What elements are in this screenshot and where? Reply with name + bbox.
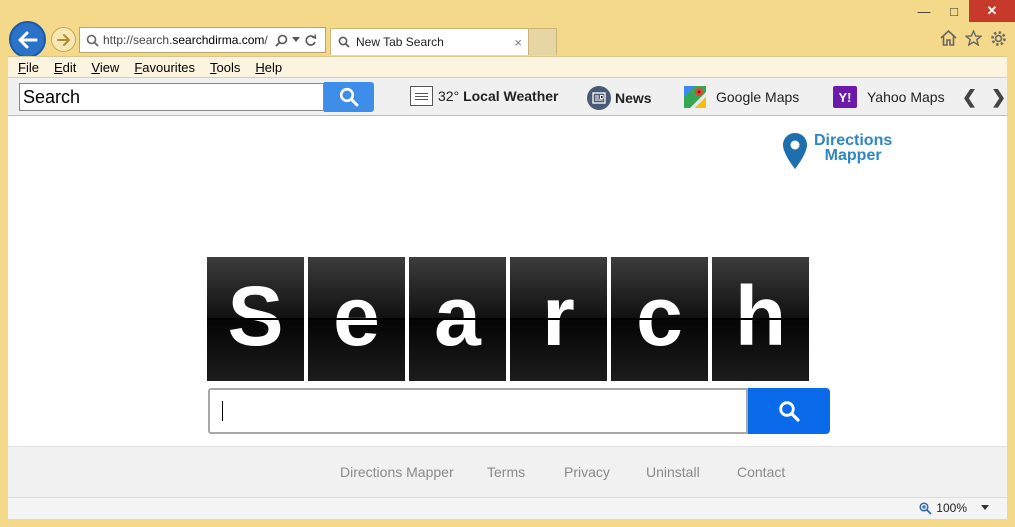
logo-line1: Directions <box>814 132 893 149</box>
browser-actions <box>940 30 1007 47</box>
arrow-left-icon <box>18 31 37 48</box>
hero-tile: c <box>611 257 708 381</box>
footer-link-privacy[interactable]: Privacy <box>564 464 610 480</box>
status-bar: 100% <box>8 497 1007 519</box>
news-icon <box>587 86 611 110</box>
main-search-input[interactable] <box>208 388 748 434</box>
gear-icon[interactable] <box>990 30 1007 47</box>
search-icon <box>338 36 350 48</box>
maximize-button[interactable]: □ <box>939 0 969 22</box>
footer-link-uninstall[interactable]: Uninstall <box>646 464 700 480</box>
footer-link-contact[interactable]: Contact <box>737 464 785 480</box>
star-icon[interactable] <box>965 30 982 46</box>
news-label: News <box>615 90 652 106</box>
page-icon <box>86 34 99 47</box>
forward-button[interactable] <box>51 27 76 52</box>
menu-tools[interactable]: Tools <box>210 60 240 75</box>
page-footer: Directions Mapper Terms Privacy Uninstal… <box>8 446 1007 497</box>
address-icons <box>275 33 317 47</box>
hero-tile: r <box>510 257 607 381</box>
weather-temp: 32° <box>438 88 460 104</box>
zoom-control[interactable]: 100% <box>919 501 989 515</box>
search-icon <box>339 87 359 107</box>
page-content: Directions Mapper S e a r c h <box>8 116 1007 446</box>
logo-text: Directions Mapper <box>814 132 893 164</box>
dropdown-arrow-icon[interactable] <box>292 37 300 43</box>
menu-view[interactable]: View <box>91 60 119 75</box>
hero-letter: r <box>542 269 575 363</box>
toolbar-news[interactable]: News <box>587 86 652 110</box>
search-icon[interactable] <box>275 34 288 47</box>
google-maps-icon <box>684 86 706 108</box>
footer-link-terms[interactable]: Terms <box>487 464 525 480</box>
menu-view-accel: V <box>91 59 100 75</box>
close-tab-icon[interactable]: × <box>514 35 522 50</box>
extension-toolbar: Search 32° Local Weather News Google Map… <box>8 77 1007 116</box>
hero-tile: S <box>207 257 304 381</box>
footer-link-directions-mapper[interactable]: Directions Mapper <box>340 464 454 480</box>
chevron-left-icon[interactable]: ❮ <box>962 87 977 108</box>
search-hero-title: S e a r c h <box>207 257 809 381</box>
address-text[interactable]: http://search.searchdirma.com/ <box>103 33 271 47</box>
toolbar-google-maps[interactable]: Google Maps <box>684 86 799 108</box>
address-domain: searchdirma.com <box>172 33 265 47</box>
toolbar-search-input[interactable]: Search <box>19 83 324 111</box>
toolbar-weather[interactable]: 32° Local Weather <box>410 86 559 106</box>
menu-help-accel: H <box>255 59 265 75</box>
map-pin-icon <box>783 133 807 169</box>
menu-file[interactable]: File <box>18 60 39 75</box>
hero-letter: h <box>734 269 787 363</box>
chevron-down-icon[interactable] <box>981 505 989 511</box>
hero-tile: a <box>409 257 506 381</box>
close-window-button[interactable]: ✕ <box>969 0 1015 22</box>
address-bar[interactable]: http://search.searchdirma.com/ <box>79 27 326 53</box>
menu-favourites-label: avourites <box>142 59 196 75</box>
back-button[interactable] <box>9 21 46 58</box>
yahoo-icon: Y! <box>833 86 857 108</box>
main-search-button[interactable] <box>748 388 830 434</box>
address-suffix: / <box>264 33 268 47</box>
weather-icon <box>410 86 433 106</box>
hero-letter: e <box>333 269 380 363</box>
hero-letter: S <box>227 269 284 363</box>
chevron-right-icon[interactable]: ❯ <box>991 87 1006 108</box>
search-icon <box>779 401 800 422</box>
zoom-level: 100% <box>936 501 967 515</box>
directions-mapper-logo[interactable]: Directions Mapper <box>782 132 892 170</box>
menu-file-label: ile <box>25 59 39 75</box>
menu-help[interactable]: Help <box>255 60 282 75</box>
window-controls: — □ ✕ <box>909 0 1015 22</box>
minimize-button[interactable]: — <box>909 0 939 22</box>
toolbar-search-button[interactable] <box>324 82 374 112</box>
hero-tile: h <box>712 257 809 381</box>
menu-edit[interactable]: Edit <box>54 60 76 75</box>
yahoo-maps-label: Yahoo Maps <box>867 89 945 105</box>
browser-window: http://search.searchdirma.com/ New Tab S… <box>0 0 1015 527</box>
logo-line2: Mapper <box>824 147 882 164</box>
toolbar-yahoo-maps[interactable]: Y! Yahoo Maps <box>833 86 945 108</box>
weather-label: Local Weather <box>463 88 559 104</box>
address-prefix: http://search. <box>103 33 173 47</box>
menu-file-accel: F <box>18 59 26 75</box>
menu-favourites[interactable]: Favourites <box>134 60 195 75</box>
google-maps-label: Google Maps <box>716 89 800 105</box>
menu-view-label: iew <box>99 59 120 75</box>
home-icon[interactable] <box>940 30 957 46</box>
nav-row: http://search.searchdirma.com/ New Tab S… <box>0 0 1015 58</box>
text-caret <box>222 401 223 421</box>
new-tab-button[interactable] <box>529 28 557 55</box>
tab-label: New Tab Search <box>356 35 444 49</box>
tab-new-tab-search[interactable]: New Tab Search × <box>330 28 529 55</box>
menu-bar: File Edit View Favourites Tools Help <box>8 56 1007 77</box>
menu-tools-label: ools <box>216 59 241 75</box>
menu-help-label: elp <box>264 59 283 75</box>
menu-edit-accel: E <box>53 59 63 75</box>
hero-letter: a <box>434 269 481 363</box>
menu-edit-label: dit <box>62 59 77 75</box>
refresh-icon[interactable] <box>304 33 317 47</box>
hero-letter: c <box>636 269 683 363</box>
zoom-icon <box>919 501 932 515</box>
arrow-right-icon <box>56 33 70 46</box>
hero-tile: e <box>308 257 405 381</box>
